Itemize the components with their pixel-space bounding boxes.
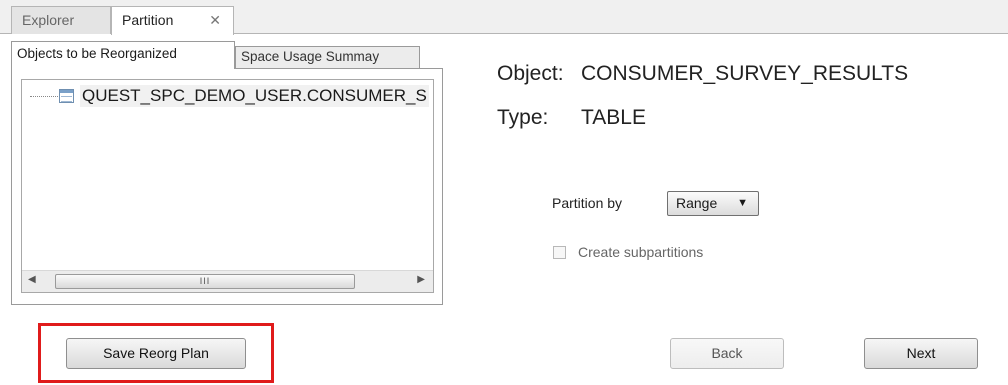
create-subpartitions-label: Create subpartitions [578, 244, 704, 260]
type-row: Type: TABLE [497, 106, 646, 130]
back-button[interactable]: Back [670, 338, 784, 369]
object-label: Object: [497, 62, 564, 85]
scrollbar-thumb[interactable]: III [55, 274, 355, 289]
tab-space-usage-label: Space Usage Summay [241, 49, 380, 64]
highlight-box [38, 323, 274, 383]
partition-by-value: Range [676, 195, 718, 211]
document-tab-strip: Explorer Partition ✕ [0, 0, 1008, 35]
type-value: TABLE [581, 106, 646, 129]
tab-space-usage-summary[interactable]: Space Usage Summay [235, 46, 420, 68]
object-tree: QUEST_SPC_DEMO_USER.CONSUMER_S ◀ III ▶ [21, 79, 434, 293]
create-subpartitions-checkbox[interactable] [553, 246, 566, 259]
scroll-right-icon[interactable]: ▶ [417, 274, 425, 285]
table-icon [59, 89, 74, 103]
object-row: Object: CONSUMER_SURVEY_RESULTS [497, 62, 908, 86]
chevron-down-icon: ▼ [737, 197, 748, 209]
objects-panel: QUEST_SPC_DEMO_USER.CONSUMER_S ◀ III ▶ [11, 68, 443, 305]
tab-objects-to-be-reorganized[interactable]: Objects to be Reorganized [11, 41, 235, 69]
horizontal-scrollbar[interactable]: ◀ III ▶ [22, 270, 433, 292]
object-value: CONSUMER_SURVEY_RESULTS [581, 62, 909, 85]
next-button[interactable]: Next [864, 338, 978, 369]
close-icon[interactable]: ✕ [209, 7, 221, 34]
tab-partition-label: Partition [122, 12, 174, 28]
tab-explorer-label: Explorer [22, 12, 75, 28]
tab-partition[interactable]: Partition ✕ [111, 6, 234, 35]
scroll-left-icon[interactable]: ◀ [28, 274, 36, 285]
tab-explorer[interactable]: Explorer [11, 6, 111, 34]
partition-by-label: Partition by [552, 195, 623, 211]
tree-item[interactable]: QUEST_SPC_DEMO_USER.CONSUMER_S [22, 84, 432, 110]
tree-item-label: QUEST_SPC_DEMO_USER.CONSUMER_S [80, 85, 429, 107]
tree-connector [30, 96, 58, 97]
partition-by-select[interactable]: Range ▼ [667, 191, 759, 216]
type-label: Type: [497, 106, 549, 129]
tab-objects-label: Objects to be Reorganized [17, 46, 177, 61]
